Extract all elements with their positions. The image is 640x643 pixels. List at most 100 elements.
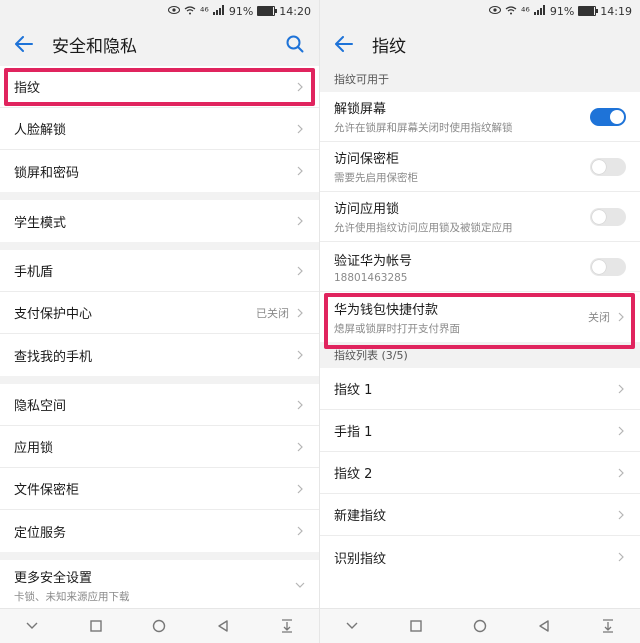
group-fingerprint-usage: 解锁屏幕 允许在锁屏和屏幕关闭时使用指纹解锁 访问保密柜 需要先启用保密柜 访问… <box>320 92 640 342</box>
recent-apps-icon[interactable] <box>86 616 106 636</box>
list-item-label: 新建指纹 <box>334 509 387 524</box>
navigation-bar <box>0 608 319 643</box>
settings-item-label: 定位服务 <box>14 525 67 541</box>
page-title: 安全和隐私 <box>52 36 137 57</box>
battery-fill <box>258 7 273 15</box>
settings-item-label: 人脸解锁 <box>14 123 67 138</box>
section-header-usage: 指纹可用于 <box>320 66 640 92</box>
group-phone-shield: 手机盾 支付保护中心 已关闭 查找我的手机 <box>0 250 319 376</box>
wifi-icon <box>505 5 517 18</box>
eye-icon <box>168 5 181 18</box>
chevron-right-icon <box>616 425 626 437</box>
settings-item-label: 支付保护中心 <box>14 307 93 322</box>
settings-item-label: 文件保密柜 <box>14 483 80 498</box>
list-item-label: 指纹 1 <box>334 383 373 398</box>
settings-item-app-lock[interactable]: 应用锁 <box>0 426 319 468</box>
settings-item-file-safe[interactable]: 文件保密柜 <box>0 468 319 510</box>
settings-item-private-space[interactable]: 隐私空间 <box>0 384 319 426</box>
home-icon[interactable] <box>149 616 169 636</box>
toggle-switch[interactable] <box>590 157 626 176</box>
settings-item-wallet-quick-pay[interactable]: 华为钱包快捷付款 熄屏或锁屏时打开支付界面 关闭 <box>320 292 640 342</box>
clock: 14:20 <box>279 4 311 18</box>
chevron-right-icon <box>295 307 305 319</box>
settings-item-lockscreen-password[interactable]: 锁屏和密码 <box>0 150 319 192</box>
settings-item-label: 查找我的手机 <box>14 349 93 365</box>
list-item-label: 识别指纹 <box>334 551 387 567</box>
group-fingerprint-face-lock: 指纹 人脸解锁 锁屏和密码 <box>0 66 319 192</box>
toggle-item-title: 解锁屏幕 <box>334 102 387 117</box>
toggle-item-subtitle: 18801463285 <box>334 271 408 284</box>
list-item[interactable]: 指纹 1 <box>320 368 640 410</box>
status-value: 已关闭 <box>256 306 289 320</box>
list-item[interactable]: 手指 1 <box>320 410 640 452</box>
settings-item-more-security[interactable]: 更多安全设置 卡锁、未知来源应用下载 <box>0 560 319 610</box>
status-value: 关闭 <box>588 311 610 324</box>
wifi-icon <box>184 5 196 18</box>
search-icon[interactable] <box>283 32 307 56</box>
home-icon[interactable] <box>470 616 490 636</box>
toggle-item-subtitle: 需要先启用保密柜 <box>334 172 418 184</box>
toggle-item-access-app-lock[interactable]: 访问应用锁 允许使用指纹访问应用锁及被锁定应用 <box>320 192 640 242</box>
chevron-right-icon <box>295 81 305 93</box>
toggle-switch[interactable] <box>590 107 626 126</box>
settings-item-subtitle: 熄屏或锁屏时打开支付界面 <box>334 322 460 335</box>
settings-item-phone-shield[interactable]: 手机盾 <box>0 250 319 292</box>
back-icon[interactable] <box>213 616 233 636</box>
back-arrow-icon[interactable] <box>12 32 36 56</box>
notification-pull-icon[interactable] <box>598 616 618 636</box>
page-title: 指纹 <box>372 36 406 57</box>
battery-fill <box>579 7 594 15</box>
chevron-right-icon <box>616 509 626 521</box>
group-fingerprint-list: 指纹 1 手指 1 指纹 2 新建指纹 识别指纹 <box>320 368 640 578</box>
toggle-item-unlock-screen[interactable]: 解锁屏幕 允许在锁屏和屏幕关闭时使用指纹解锁 <box>320 92 640 142</box>
toggle-item-subtitle: 允许使用指纹访问应用锁及被锁定应用 <box>334 222 513 234</box>
chevron-right-icon <box>295 399 305 411</box>
settings-item-fingerprint[interactable]: 指纹 <box>0 66 319 108</box>
title-bar: 安全和隐私 <box>0 22 319 66</box>
settings-item-title: 更多安全设置 <box>14 570 93 586</box>
toggle-item-title: 访问保密柜 <box>334 152 400 167</box>
settings-item-subtitle: 卡锁、未知来源应用下载 <box>14 590 130 603</box>
chevron-right-icon <box>295 525 305 537</box>
toggle-item-verify-huawei-id[interactable]: 验证华为帐号 18801463285 <box>320 242 640 292</box>
list-item[interactable]: 指纹 2 <box>320 452 640 494</box>
chevron-right-icon <box>295 441 305 453</box>
settings-item-student-mode[interactable]: 学生模式 <box>0 200 319 242</box>
settings-item-location[interactable]: 定位服务 <box>0 510 319 552</box>
settings-item-payment-protection[interactable]: 支付保护中心 已关闭 <box>0 292 319 334</box>
chevron-right-icon <box>295 215 305 227</box>
chevron-down-icon <box>295 579 305 591</box>
clock: 14:19 <box>600 4 632 18</box>
network-type-text: ⁴⁶ <box>200 4 209 18</box>
chevron-right-icon <box>295 165 305 177</box>
new-fingerprint-item[interactable]: 新建指纹 <box>320 494 640 536</box>
settings-item-label: 隐私空间 <box>14 399 67 414</box>
chevron-right-icon <box>616 311 626 323</box>
settings-item-label: 学生模式 <box>14 215 67 231</box>
divider <box>0 552 319 560</box>
chevron-right-icon <box>295 265 305 277</box>
toggle-switch[interactable] <box>590 207 626 226</box>
battery-icon <box>257 6 278 16</box>
identify-fingerprint-item[interactable]: 识别指纹 <box>320 536 640 578</box>
fingerprint-screen: ⁴⁶ 91% 14:19 指纹 指纹可用于 解锁屏幕 允许在锁屏和屏幕关闭时使用… <box>320 0 640 643</box>
group-privacy: 隐私空间 应用锁 文件保密柜 定位服务 <box>0 384 319 552</box>
chevron-right-icon <box>616 383 626 395</box>
settings-item-label: 指纹 <box>14 81 41 96</box>
settings-item-label: 手机盾 <box>14 265 54 280</box>
chevron-down-icon[interactable] <box>342 616 362 636</box>
back-arrow-icon[interactable] <box>332 32 356 56</box>
divider <box>0 192 319 200</box>
toggle-switch[interactable] <box>590 257 626 276</box>
settings-item-face-unlock[interactable]: 人脸解锁 <box>0 108 319 150</box>
chevron-right-icon <box>616 551 626 563</box>
settings-item-find-my-phone[interactable]: 查找我的手机 <box>0 334 319 376</box>
chevron-down-icon[interactable] <box>22 616 42 636</box>
toggle-item-access-safe[interactable]: 访问保密柜 需要先启用保密柜 <box>320 142 640 192</box>
back-icon[interactable] <box>534 616 554 636</box>
battery-icon <box>578 6 599 16</box>
battery-percent: 91% <box>549 4 575 18</box>
notification-pull-icon[interactable] <box>277 616 297 636</box>
recent-apps-icon[interactable] <box>406 616 426 636</box>
toggle-knob <box>592 209 606 224</box>
